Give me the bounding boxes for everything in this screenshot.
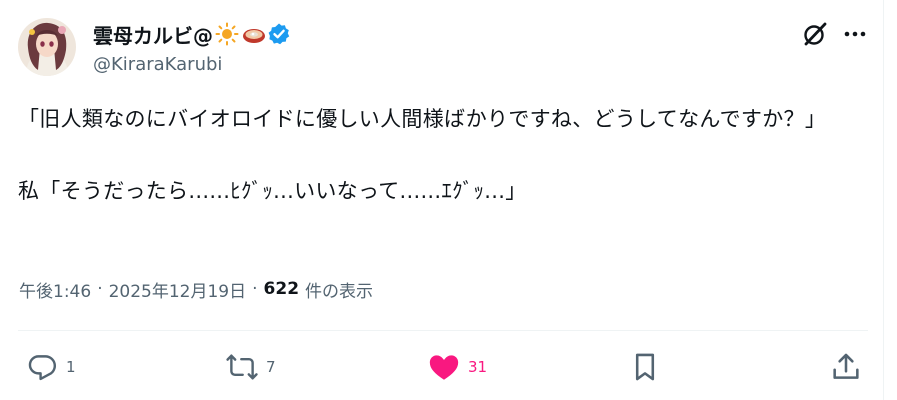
meta-separator: · [97, 279, 103, 299]
repost-icon [225, 350, 259, 384]
reply-icon [25, 350, 59, 384]
tweet-date[interactable]: 2025年12月19日 [109, 277, 247, 302]
meat-on-bone-emoji-icon [241, 22, 265, 46]
tweet-meta: 午後1:46 · 2025年12月19日 · 622 件の表示 [19, 275, 373, 303]
verified-badge-icon[interactable] [267, 22, 291, 46]
display-name[interactable]: 雲母カルビ@ [93, 20, 291, 48]
tweet-time[interactable]: 午後1:46 [19, 277, 91, 302]
like-button[interactable]: 31 [427, 350, 487, 384]
avatar[interactable] [18, 18, 76, 76]
tweet-text: 「旧人類なのにバイオロイドに優しい人間様ばかりですね、どうしてなんですか？」 私… [18, 107, 827, 203]
user-handle[interactable]: @KiraraKarubi [93, 54, 222, 75]
sun-emoji-icon [215, 22, 239, 46]
more-icon[interactable] [841, 22, 869, 46]
scrollbar-edge [883, 0, 884, 400]
like-count: 31 [468, 358, 488, 376]
meta-separator: · [252, 279, 258, 299]
reply-count: 1 [66, 358, 76, 376]
repost-count: 7 [266, 358, 276, 376]
reply-button[interactable]: 1 [25, 350, 76, 384]
share-button[interactable] [829, 350, 863, 384]
divider [18, 330, 868, 331]
share-icon [829, 350, 863, 384]
views-count: 622 [263, 279, 300, 299]
display-name-text: 雲母カルビ@ [93, 23, 213, 48]
repost-button[interactable]: 7 [225, 350, 276, 384]
views-label: 件の表示 [305, 281, 374, 302]
grok-icon[interactable] [801, 20, 829, 48]
bookmark-button[interactable] [628, 350, 662, 384]
like-icon [427, 350, 461, 384]
bookmark-icon [628, 350, 662, 384]
